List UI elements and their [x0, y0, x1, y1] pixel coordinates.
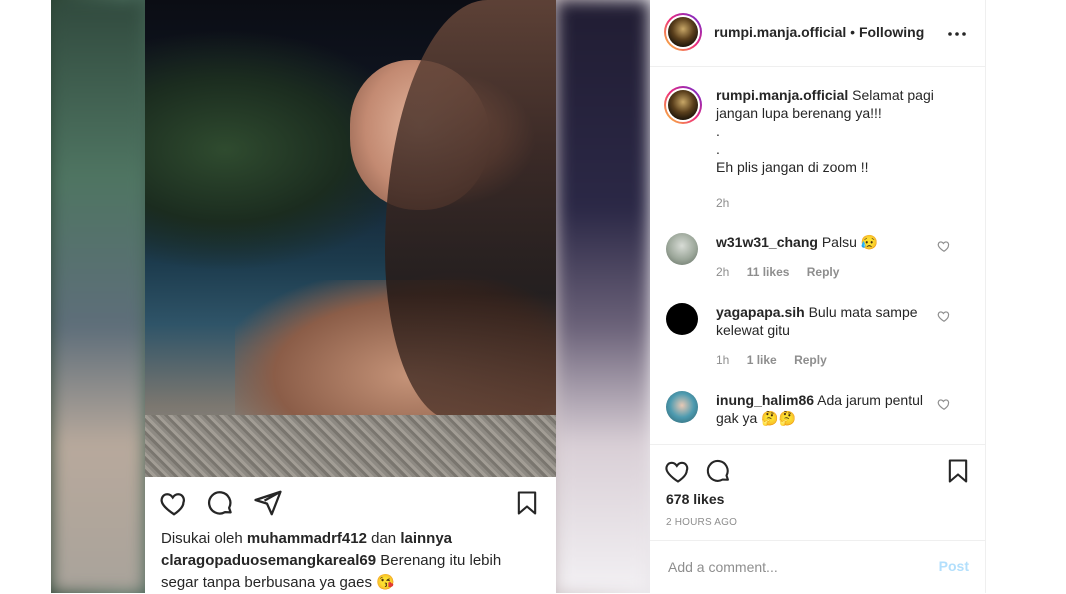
avatar[interactable] [664, 13, 702, 51]
comment-likes[interactable]: 11 likes [747, 265, 790, 279]
reply-button[interactable]: Reply [807, 265, 840, 279]
blurred-background-left [51, 0, 145, 593]
post-photo [145, 0, 556, 477]
post-button[interactable]: Post [939, 558, 969, 574]
blurred-background-right [556, 0, 650, 593]
avatar[interactable] [664, 86, 702, 124]
heart-icon[interactable] [937, 309, 951, 323]
comment-meta: 2h 11 likes Reply [716, 265, 853, 279]
list-item: w31w31_chang Palsu 😥 2h 11 likes Reply [666, 233, 971, 283]
embedded-screenshot: Disukai oleh muhammadrf412 dan lainnya c… [145, 0, 556, 593]
post-side-panel: rumpi.manja.official • Following rumpi.m… [650, 0, 986, 593]
embedded-action-bar [159, 488, 542, 520]
comment-icon [208, 491, 232, 515]
heart-icon [160, 493, 185, 516]
comment-icon[interactable] [704, 457, 732, 485]
embedded-caption: Disukai oleh muhammadrf412 dan lainnya c… [161, 528, 541, 593]
comment-text: inung_halim86 Ada jarum pentul gak ya 🤔🤔 [716, 392, 923, 426]
post-time: 2 HOURS AGO [666, 517, 738, 528]
comment-time: 2h [716, 265, 730, 279]
comment-username[interactable]: yagapapa.sih [716, 304, 805, 320]
comment-username[interactable]: w31w31_chang [716, 234, 818, 250]
list-item: inung_halim86 Ada jarum pentul gak ya 🤔🤔 [666, 391, 971, 441]
header-separator: • [850, 24, 856, 40]
heart-icon[interactable] [937, 397, 951, 411]
following-button[interactable]: Following [859, 24, 924, 40]
comment-meta: 1h 1 like Reply [716, 353, 841, 367]
heart-icon[interactable] [664, 457, 692, 485]
list-item: yagapapa.sih Bulu mata sampe kelewat git… [666, 303, 971, 369]
share-icon [254, 490, 282, 516]
post-media[interactable]: Disukai oleh muhammadrf412 dan lainnya c… [51, 0, 650, 593]
comment-likes[interactable]: 1 like [747, 353, 777, 367]
post-header: rumpi.manja.official • Following [650, 0, 985, 67]
avatar[interactable] [666, 303, 698, 335]
comments-list[interactable]: rumpi.manja.official Selamat pagi jangan… [650, 67, 985, 444]
avatar[interactable] [666, 233, 698, 265]
bookmark-icon[interactable] [944, 457, 972, 485]
comment-time: 1h [716, 353, 730, 367]
comment-text: yagapapa.sih Bulu mata sampe kelewat git… [716, 304, 918, 338]
reply-button[interactable]: Reply [794, 353, 827, 367]
like-count[interactable]: 678 likes [666, 491, 724, 507]
header-username[interactable]: rumpi.manja.official [714, 24, 846, 40]
comment-text: w31w31_chang Palsu 😥 [716, 234, 879, 250]
avatar[interactable] [666, 391, 698, 423]
header-user-line: rumpi.manja.official • Following [714, 24, 924, 40]
caption-username[interactable]: rumpi.manja.official [716, 87, 848, 103]
more-dots-icon[interactable] [945, 22, 969, 46]
heart-icon[interactable] [937, 239, 951, 253]
caption-text: rumpi.manja.official Selamat pagi jangan… [716, 87, 934, 175]
bookmark-icon [517, 491, 537, 515]
caption-time: 2h [716, 196, 730, 210]
comment-username[interactable]: inung_halim86 [716, 392, 814, 408]
embedded-liked-by: Disukai oleh muhammadrf412 dan lainnya [161, 530, 452, 547]
comment-input[interactable] [666, 555, 920, 579]
add-comment-bar: Post [650, 540, 985, 594]
embedded-comment: claragopaduosemangkareal69 Berenang itu … [161, 552, 502, 591]
caption: rumpi.manja.official Selamat pagi jangan… [664, 86, 971, 216]
action-bar: 678 likes 2 HOURS AGO [650, 444, 985, 550]
